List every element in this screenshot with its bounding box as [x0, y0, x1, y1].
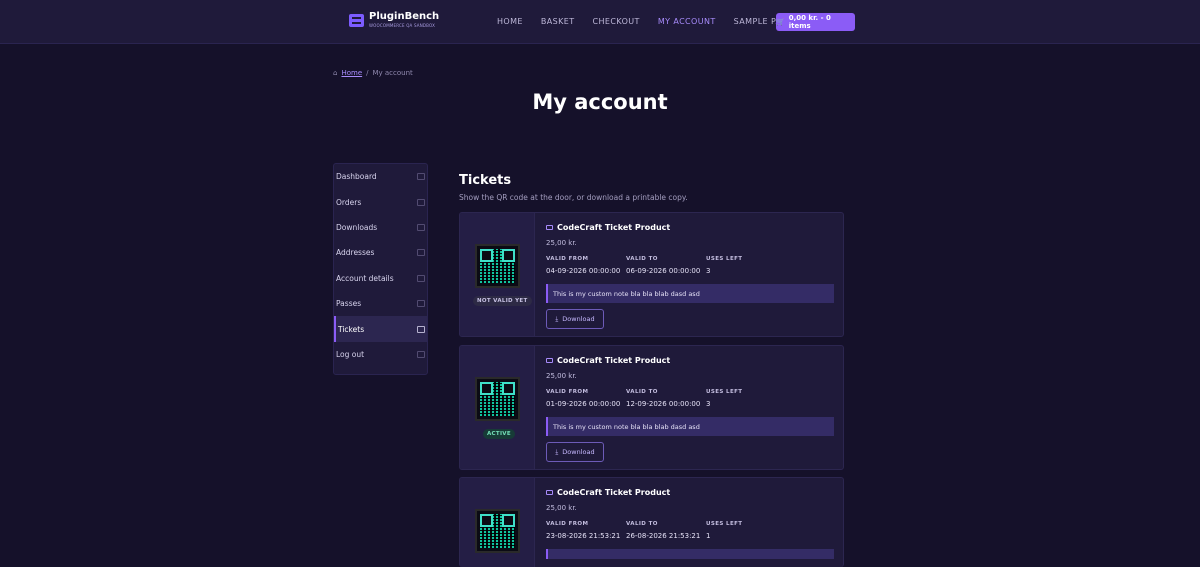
sidebar-item-account-details[interactable]: Account details: [334, 266, 427, 291]
ticket-card: ACTIVE CodeCraft Ticket Product 25,00 kr…: [459, 345, 844, 470]
nav-my-account[interactable]: MY ACCOUNT: [658, 17, 716, 26]
sidebar-item-label: Tickets: [338, 324, 365, 334]
uses-left-value: 1: [706, 532, 711, 540]
section-title: Tickets: [459, 173, 512, 188]
sidebar-item-passes[interactable]: Passes: [334, 291, 427, 316]
cart-button[interactable]: 🛒 0,00 kr. - 0 items: [776, 13, 855, 31]
download-button[interactable]: ⤓ Download: [546, 442, 604, 462]
top-bar: PluginBench WOOCOMMERCE QA SANDBOX HOME …: [0, 0, 1200, 44]
ticket-name: CodeCraft Ticket Product: [546, 223, 670, 232]
uses-left-label: USES LEFT: [706, 256, 743, 262]
ticket-icon: [546, 358, 553, 363]
valid-to-label: VALID TO: [626, 256, 658, 262]
main-nav: HOME BASKET CHECKOUT MY ACCOUNT SAMPLE P…: [497, 17, 793, 26]
logout-icon: [417, 350, 425, 358]
valid-from-label: VALID FROM: [546, 256, 589, 262]
ticket-icon: [546, 490, 553, 495]
ticket-card: NOT VALID YET CodeCraft Ticket Product 2…: [459, 212, 844, 337]
ticket-name: CodeCraft Ticket Product: [546, 488, 670, 497]
uses-left-value: 3: [706, 267, 711, 275]
ticket-name: CodeCraft Ticket Product: [546, 356, 670, 365]
ticket-price: 25,00 kr.: [546, 239, 577, 247]
ticket-icon: [546, 225, 553, 230]
sidebar-item-orders[interactable]: Orders: [334, 189, 427, 214]
logo-icon: [349, 13, 364, 27]
uses-left-label: USES LEFT: [706, 389, 743, 395]
valid-from-value: 01-09-2026 00:00:00: [546, 400, 621, 408]
download-icon: ⤓: [555, 447, 559, 456]
nav-basket[interactable]: BASKET: [541, 17, 575, 26]
ticket-card: CodeCraft Ticket Product 25,00 kr. VALID…: [459, 477, 844, 567]
sidebar-item-label: Dashboard: [336, 172, 377, 182]
sidebar-item-label: Downloads: [336, 222, 378, 232]
breadcrumb-separator: /: [366, 69, 369, 77]
breadcrumb: ⌂ Home / My account: [333, 69, 413, 77]
sidebar-item-tickets[interactable]: Tickets: [334, 316, 427, 342]
cart-icon: 🛒: [776, 18, 785, 26]
status-badge: NOT VALID YET: [473, 296, 532, 306]
valid-to-value: 26-08-2026 21:53:21: [626, 532, 701, 540]
basket-icon: [417, 198, 425, 206]
nav-checkout[interactable]: CHECKOUT: [593, 17, 640, 26]
cart-label: 0,00 kr. - 0 items: [788, 14, 831, 30]
sidebar-item-label: Orders: [336, 197, 362, 207]
valid-to-label: VALID TO: [626, 389, 658, 395]
ticket-qr-panel: NOT VALID YET: [460, 213, 535, 336]
sidebar-item-addresses[interactable]: Addresses: [334, 240, 427, 265]
sidebar-item-label: Account details: [336, 273, 394, 283]
ticket-icon: [417, 325, 425, 333]
breadcrumb-current: My account: [372, 69, 413, 77]
nav-home[interactable]: HOME: [497, 17, 523, 26]
brand-logo[interactable]: PluginBench WOOCOMMERCE QA SANDBOX: [349, 12, 439, 28]
valid-from-value: 04-09-2026 00:00:00: [546, 267, 621, 275]
ticket-qr-panel: [460, 478, 535, 567]
ticket-price: 25,00 kr.: [546, 372, 577, 380]
valid-to-value: 12-09-2026 00:00:00: [626, 400, 701, 408]
sidebar-item-label: Log out: [336, 349, 365, 359]
valid-to-value: 06-09-2026 00:00:00: [626, 267, 701, 275]
qr-code: [475, 509, 520, 553]
sidebar-item-label: Passes: [336, 299, 362, 309]
sidebar-item-label: Addresses: [336, 248, 375, 258]
section-subtitle: Show the QR code at the door, or downloa…: [459, 193, 688, 202]
status-badge: ACTIVE: [483, 429, 515, 439]
breadcrumb-home[interactable]: Home: [341, 69, 362, 77]
page-title: My account: [532, 90, 668, 114]
home-icon: [417, 249, 425, 257]
valid-from-label: VALID FROM: [546, 521, 589, 527]
valid-from-value: 23-08-2026 21:53:21: [546, 532, 621, 540]
dashboard-icon: [417, 173, 425, 181]
ticket-qr-panel: ACTIVE: [460, 346, 535, 469]
qr-code: [475, 377, 520, 421]
ticket-note: This is my custom note bla bla blab dasd…: [546, 284, 834, 303]
download-icon: ⤓: [555, 314, 559, 323]
sidebar-item-logout[interactable]: Log out: [334, 342, 427, 367]
pass-icon: [417, 300, 425, 308]
ticket-note: [546, 549, 834, 559]
uses-left-value: 3: [706, 400, 711, 408]
download-button[interactable]: ⤓ Download: [546, 309, 604, 329]
ticket-note: This is my custom note bla bla blab dasd…: [546, 417, 834, 436]
sidebar-item-dashboard[interactable]: Dashboard: [334, 164, 427, 189]
ticket-price: 25,00 kr.: [546, 504, 577, 512]
uses-left-label: USES LEFT: [706, 521, 743, 527]
valid-from-label: VALID FROM: [546, 389, 589, 395]
file-icon: [417, 223, 425, 231]
valid-to-label: VALID TO: [626, 521, 658, 527]
user-icon: [417, 274, 425, 282]
brand-tagline: WOOCOMMERCE QA SANDBOX: [369, 23, 436, 28]
brand-name: PluginBench: [369, 11, 440, 22]
home-icon: ⌂: [333, 69, 338, 77]
sidebar-item-downloads[interactable]: Downloads: [334, 215, 427, 240]
account-sidebar: Dashboard Orders Downloads Addresses Acc…: [333, 163, 428, 375]
qr-code: [475, 244, 520, 288]
